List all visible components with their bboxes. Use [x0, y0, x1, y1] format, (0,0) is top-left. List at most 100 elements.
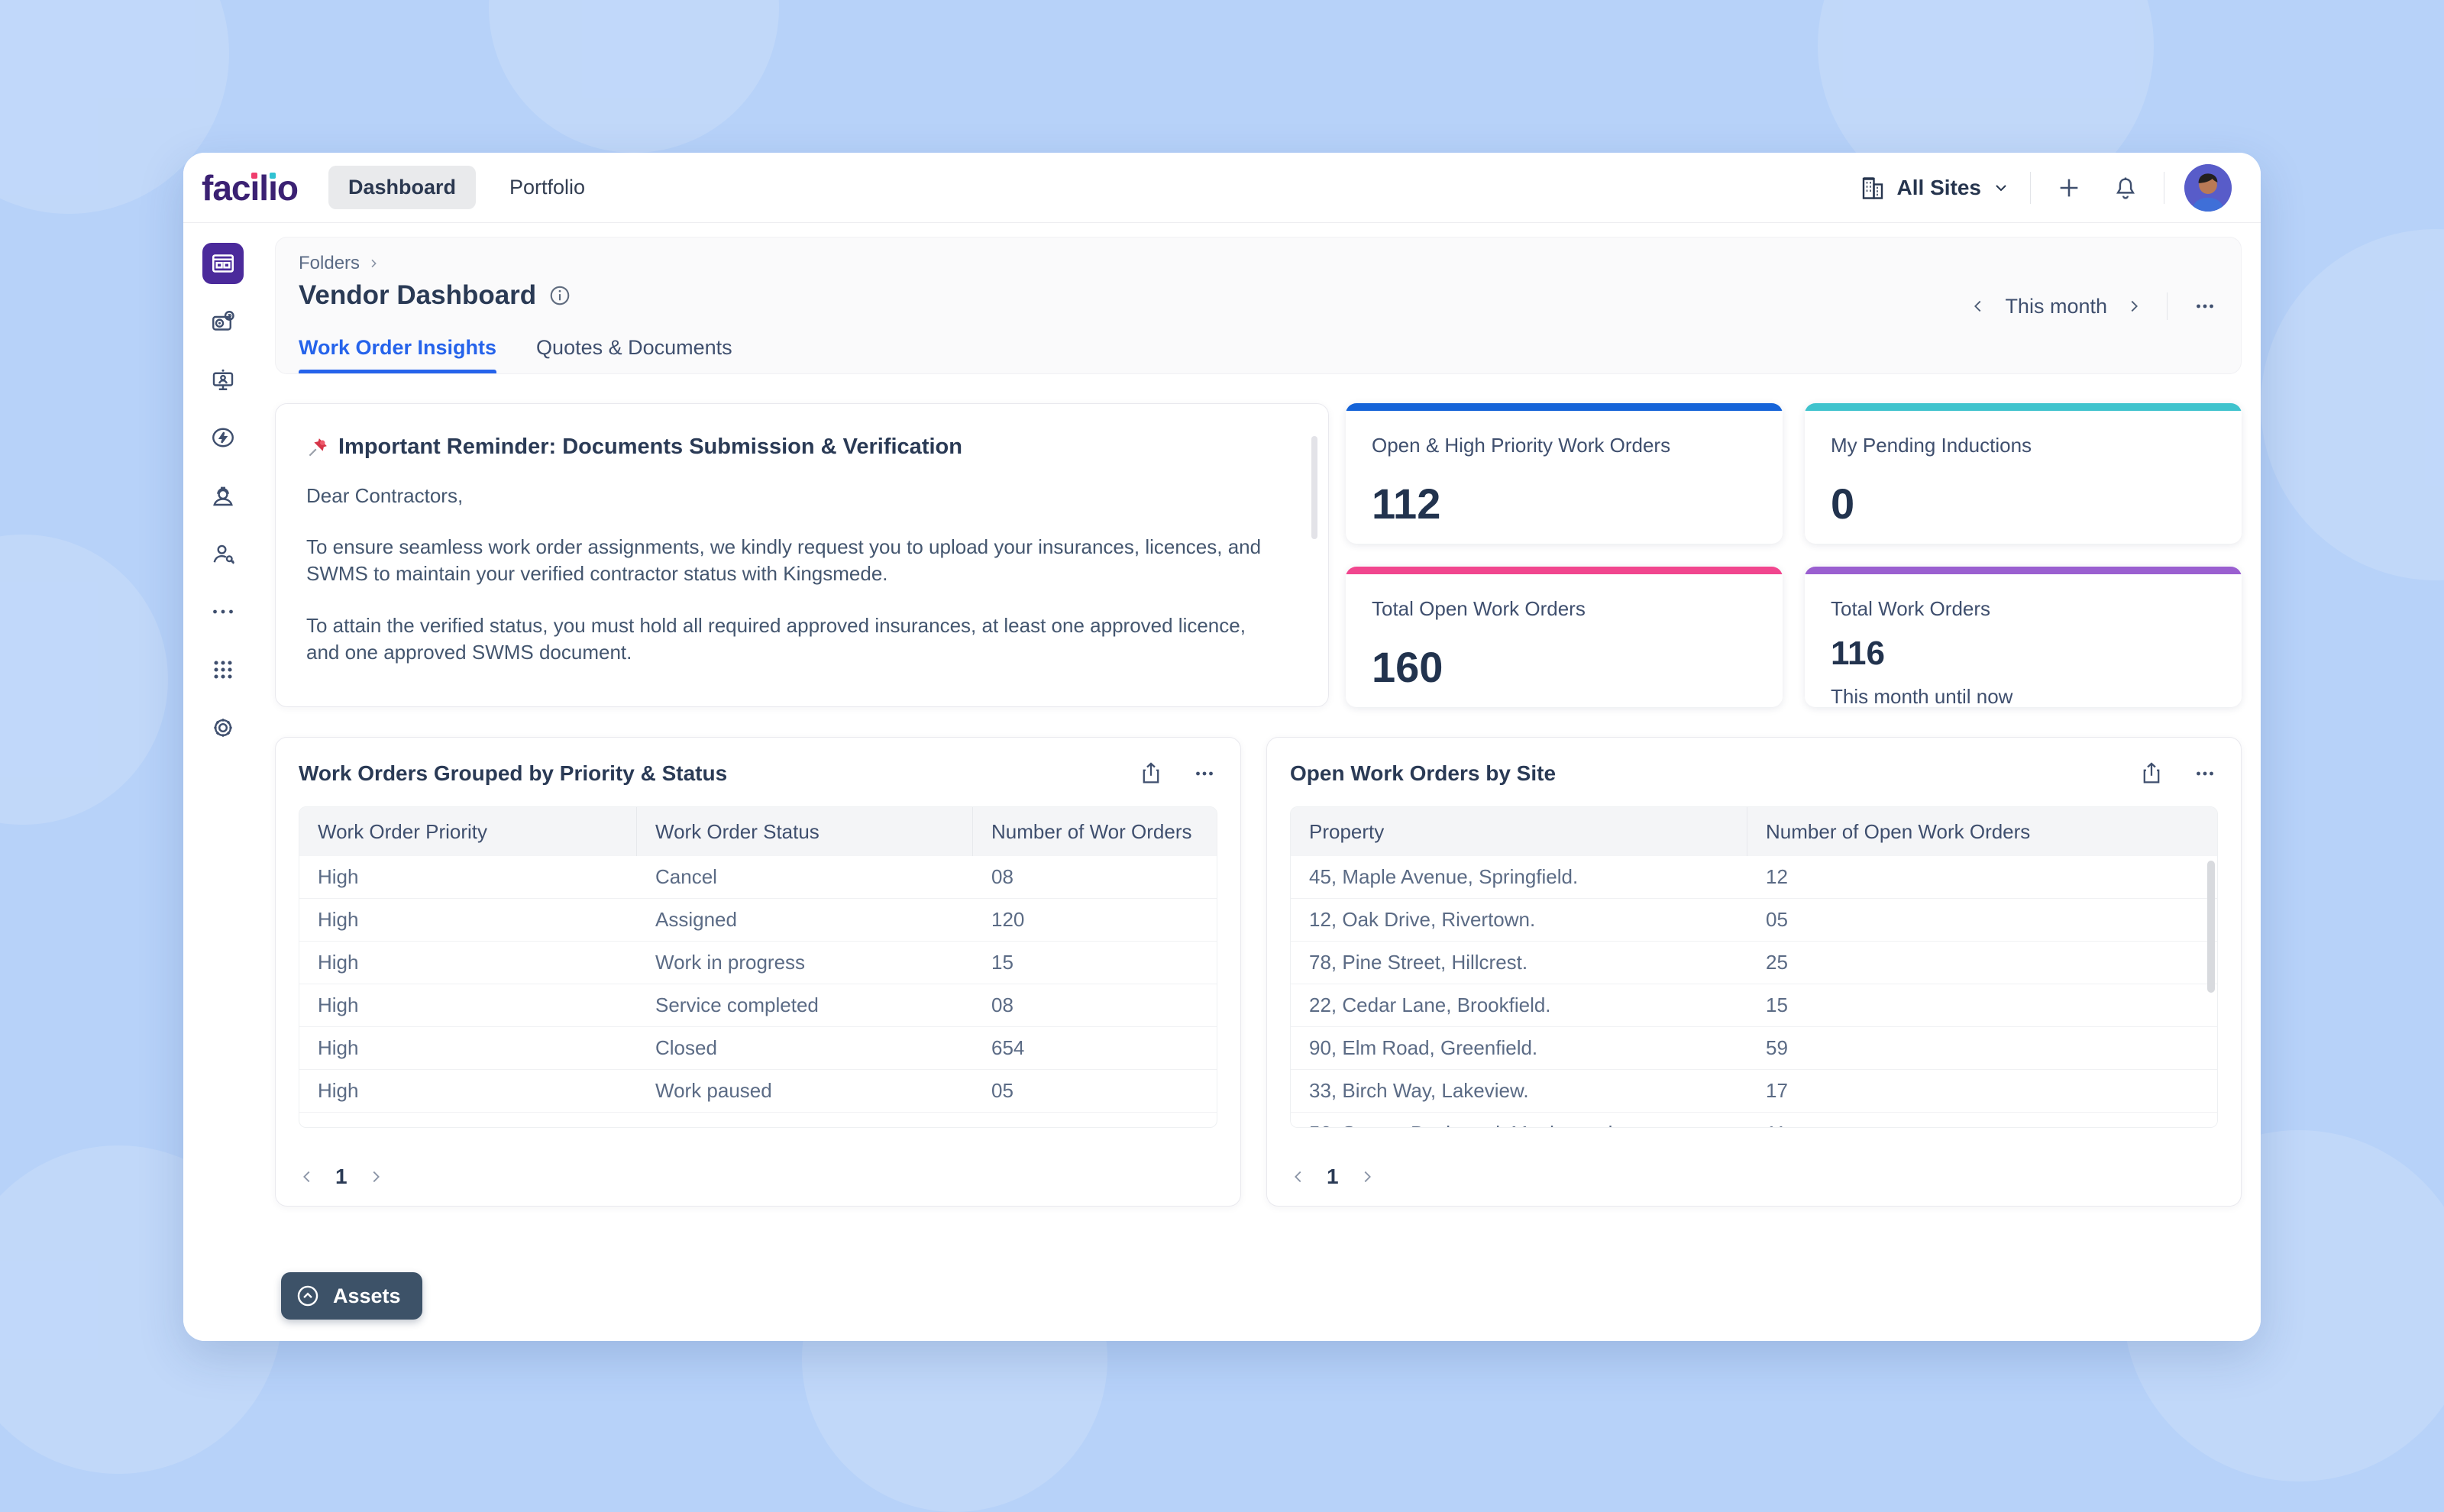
card-title: Work Orders Grouped by Priority & Status: [299, 761, 727, 786]
app-window: facılıo Dashboard Portfolio All Sites: [183, 153, 2261, 1341]
sidebar-item-inductions[interactable]: [202, 359, 244, 400]
user-avatar[interactable]: [2184, 164, 2232, 212]
table-row[interactable]: 78, Pine Street, Hillcrest.25: [1291, 942, 2217, 984]
table-scrollbar[interactable]: [2207, 861, 2215, 993]
reminder-card: Important Reminder: Documents Submission…: [275, 403, 1329, 707]
site-orders-table: Property Number of Open Work Orders 45, …: [1290, 806, 2218, 1128]
kpi-color-bar: [1805, 567, 2242, 574]
table-row[interactable]: 56, Spruce Boulevard, Maplewood11: [1291, 1113, 2217, 1127]
sidebar-item-settings[interactable]: [202, 707, 244, 748]
page-next-icon[interactable]: [1359, 1168, 1376, 1185]
divider: [2167, 292, 2168, 320]
column-header: Number of Wor Orders: [973, 807, 1217, 856]
breadcrumb[interactable]: Folders: [299, 253, 380, 274]
bg-decor-circle: [489, 0, 779, 153]
sidebar-item-apps[interactable]: [202, 649, 244, 690]
kpi-label: Open & High Priority Work Orders: [1372, 434, 1757, 457]
topbar-right-cluster: All Sites: [1859, 164, 2232, 212]
chevron-down-icon: [1992, 179, 2010, 197]
more-options-icon[interactable]: [1191, 761, 1217, 787]
chevron-up-circle-icon: [295, 1283, 321, 1309]
table-row[interactable]: 12, Oak Drive, Rivertown.05: [1291, 899, 2217, 942]
table-row[interactable]: HighAssigned120: [299, 899, 1217, 942]
breadcrumb-chevron-icon: [367, 257, 380, 270]
worker-icon: [209, 482, 237, 509]
reminder-title-text: Important Reminder: Documents Submission…: [338, 435, 962, 460]
export-icon[interactable]: [1138, 761, 1164, 787]
facilio-logo: facılıo: [202, 167, 298, 208]
kpi-value: 116: [1831, 635, 2216, 673]
tab-work-order-insights[interactable]: Work Order Insights: [299, 336, 496, 373]
site-selector[interactable]: All Sites: [1859, 174, 2010, 202]
sidebar-item-finance[interactable]: [202, 301, 244, 342]
tab-dashboard[interactable]: Dashboard: [328, 166, 476, 209]
sidebar-item-more[interactable]: [202, 591, 244, 632]
page-number[interactable]: 1: [1327, 1165, 1339, 1189]
sidebar-item-workforce[interactable]: [202, 533, 244, 574]
more-options-icon[interactable]: [2192, 293, 2218, 319]
table-row[interactable]: 22, Cedar Lane, Brookfield.15: [1291, 984, 2217, 1027]
priority-status-card: Work Orders Grouped by Priority & Status: [275, 737, 1241, 1207]
chevron-left-icon[interactable]: [1970, 298, 1987, 315]
table-row[interactable]: HighWork in progress15: [299, 942, 1217, 984]
sidebar-item-vendors[interactable]: [202, 475, 244, 516]
kpi-card-pending-inductions: My Pending Inductions 0: [1805, 403, 2242, 544]
pagination: 1: [299, 1165, 384, 1189]
sidebar-item-dashboard[interactable]: [202, 243, 244, 284]
dashboard-tabs: Work Order Insights Quotes & Documents: [299, 336, 732, 373]
more-options-icon[interactable]: [2192, 761, 2218, 787]
more-icon: [209, 598, 237, 625]
table-row[interactable]: 33, Birch Way, Lakeview.17: [1291, 1070, 2217, 1113]
sidebar-item-energy[interactable]: [202, 417, 244, 458]
site-selector-label: All Sites: [1897, 176, 1981, 200]
reminder-paragraph-1: To ensure seamless work order assignment…: [306, 534, 1276, 587]
table-body: HighCancel08 HighAssigned120 HighWork in…: [299, 856, 1217, 1127]
pushpin-icon: [306, 436, 329, 459]
reminder-greeting: Dear Contractors,: [306, 483, 1276, 509]
column-header: Number of Open Work Orders: [1747, 807, 2217, 856]
export-icon[interactable]: [2138, 761, 2164, 787]
pagination: 1: [1290, 1165, 1376, 1189]
reminder-paragraph-2: To attain the verified status, you must …: [306, 612, 1276, 666]
tab-quotes-documents[interactable]: Quotes & Documents: [536, 336, 732, 373]
assets-button[interactable]: Assets: [281, 1272, 422, 1320]
dashboard-header-card: Folders Vendor Dashboard Work Order Insi…: [275, 237, 2242, 374]
tab-portfolio[interactable]: Portfolio: [509, 176, 585, 199]
page-title: Vendor Dashboard: [299, 280, 536, 311]
main-content: Folders Vendor Dashboard Work Order Insi…: [263, 223, 2261, 1341]
page-number[interactable]: 1: [335, 1165, 348, 1189]
breadcrumb-folders[interactable]: Folders: [299, 253, 360, 274]
kpi-card-total-open: Total Open Work Orders 160: [1346, 567, 1783, 707]
create-plus-button[interactable]: [2051, 170, 2087, 206]
assets-button-label: Assets: [333, 1284, 401, 1308]
monitor-user-icon: [209, 366, 237, 393]
info-icon[interactable]: [548, 284, 571, 307]
table-row[interactable]: HighCancel08: [299, 856, 1217, 899]
period-label[interactable]: This month: [2005, 295, 2107, 318]
notifications-bell-button[interactable]: [2107, 170, 2144, 206]
kpi-label: Total Work Orders: [1831, 597, 2216, 621]
kpi-card-open-high-priority: Open & High Priority Work Orders 112: [1346, 403, 1783, 544]
bg-decor-circle: [0, 535, 168, 825]
reminder-scrollbar[interactable]: [1311, 436, 1317, 539]
table-row[interactable]: 45, Maple Avenue, Springfield.12: [1291, 856, 2217, 899]
apps-grid-icon: [209, 656, 237, 683]
table-row[interactable]: HighService completed08: [299, 984, 1217, 1027]
page-prev-icon[interactable]: [1290, 1168, 1307, 1185]
top-bar: facılıo Dashboard Portfolio All Sites: [183, 153, 2261, 223]
table-row[interactable]: HighWork paused05: [299, 1070, 1217, 1113]
column-header: Work Order Status: [637, 807, 973, 856]
kpi-label: Total Open Work Orders: [1372, 597, 1757, 621]
table-row[interactable]: 90, Elm Road, Greenfield.59: [1291, 1027, 2217, 1070]
bg-decor-circle: [2261, 229, 2444, 580]
table-row[interactable]: HighClosed654: [299, 1027, 1217, 1070]
dashboard-icon: [209, 250, 237, 277]
kpi-grid: Open & High Priority Work Orders 112 My …: [1346, 403, 2242, 707]
camera-dollar-icon: [209, 308, 237, 335]
page-next-icon[interactable]: [367, 1168, 384, 1185]
open-orders-by-site-card: Open Work Orders by Site: [1266, 737, 2242, 1207]
kpi-card-total-work-orders: Total Work Orders 116 This month until n…: [1805, 567, 2242, 707]
page-prev-icon[interactable]: [299, 1168, 315, 1185]
chevron-right-icon[interactable]: [2126, 298, 2142, 315]
top-nav-tabs: Dashboard Portfolio: [328, 166, 585, 209]
